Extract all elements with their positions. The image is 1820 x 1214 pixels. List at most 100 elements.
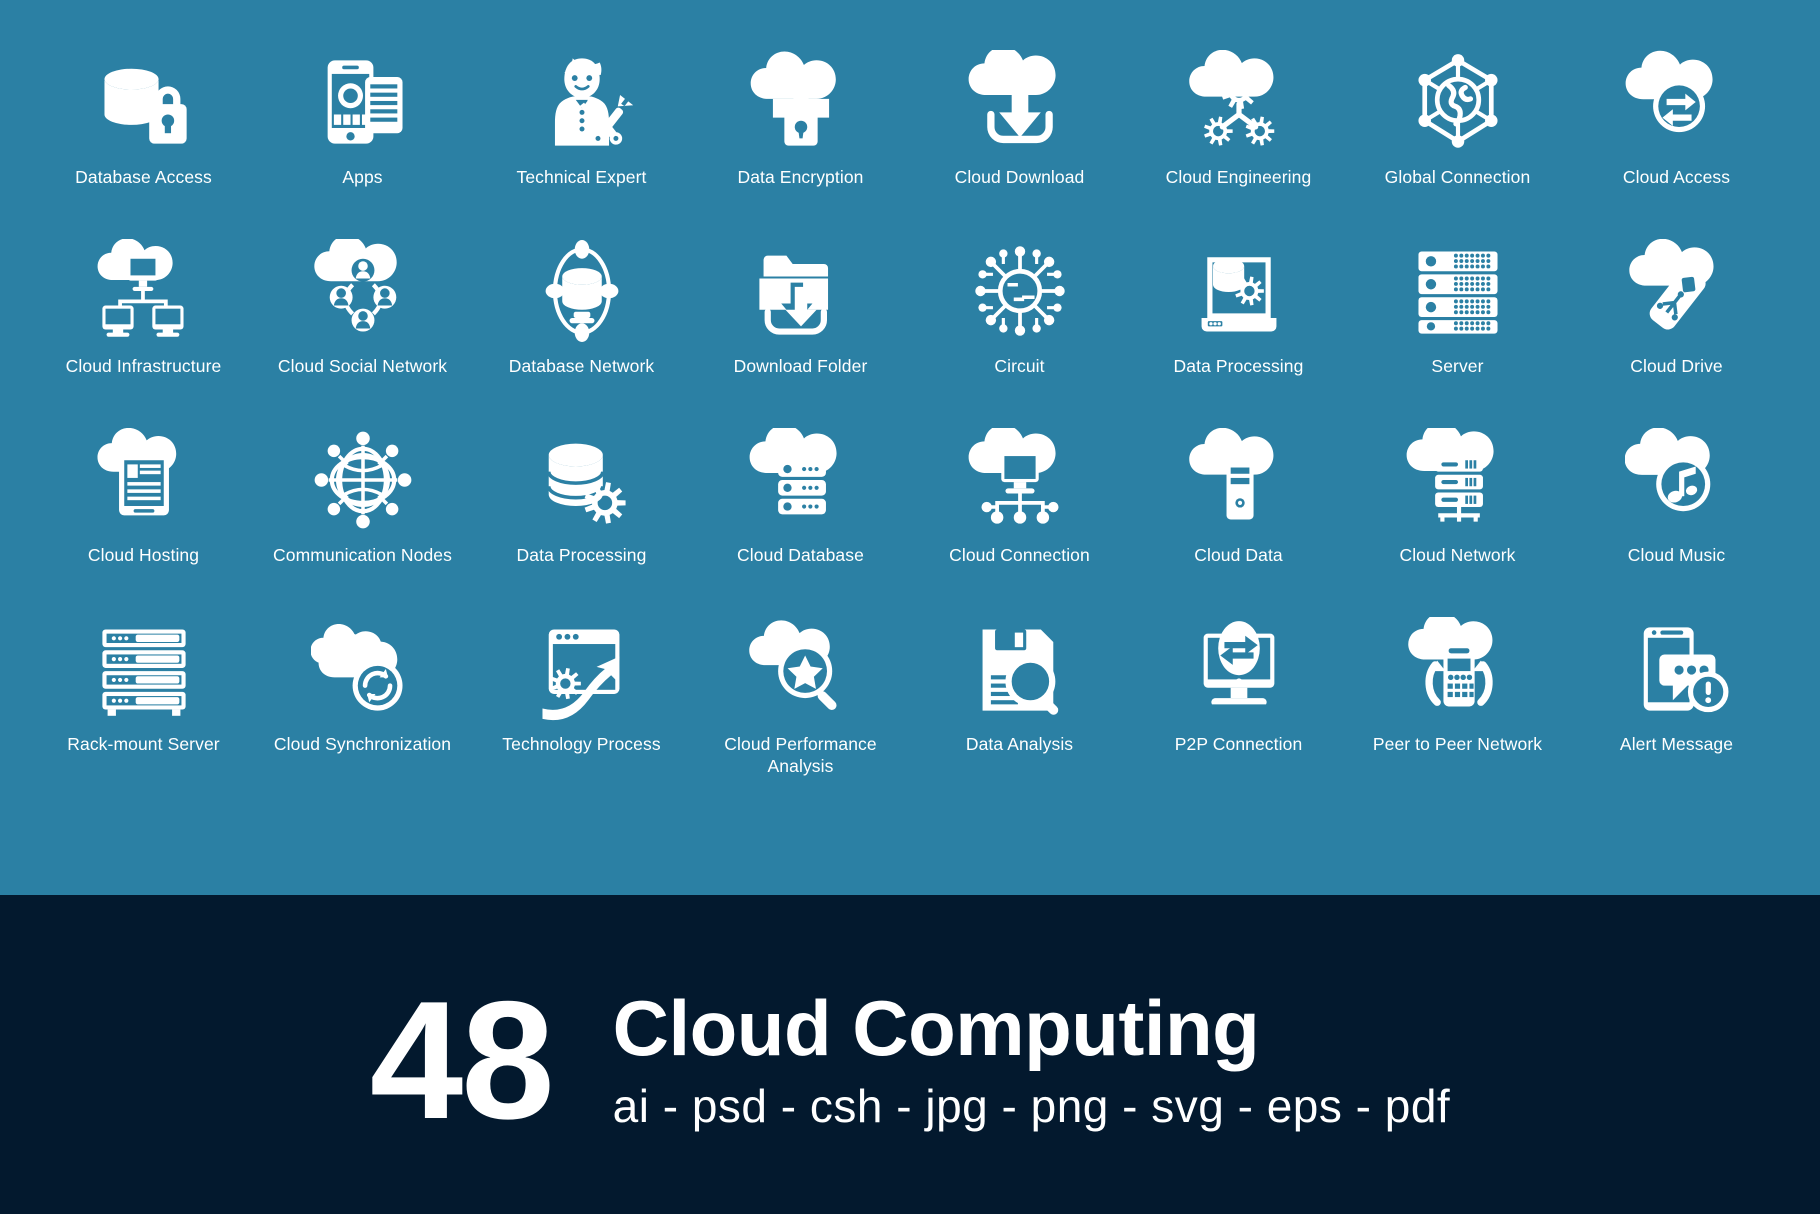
icon-cell[interactable]: Alert Message	[1567, 597, 1786, 786]
icon-label: Cloud Drive	[1630, 356, 1723, 376]
globe-nodes-ring-icon	[309, 426, 417, 534]
icon-label: Data Processing	[516, 545, 647, 565]
icon-cell[interactable]: Cloud Performance Analysis	[691, 597, 910, 786]
icon-label: Data Analysis	[965, 734, 1074, 754]
icon-label: P2P Connection	[1174, 734, 1303, 754]
icon-panel: Database Access Apps Technical Expert Data …	[0, 0, 1820, 895]
icon-label: Cloud Data	[1194, 545, 1283, 565]
icon-cell[interactable]: Cloud Database	[691, 408, 910, 597]
folder-download-tray-icon	[747, 237, 855, 345]
monitor-exchange-arrows-icon	[1185, 615, 1293, 723]
icon-label: Technology Process	[502, 734, 661, 754]
technician-wrench-icon	[528, 48, 636, 156]
icon-label: Cloud Download	[954, 167, 1085, 187]
icon-cell[interactable]: Peer to Peer Network	[1348, 597, 1567, 786]
icon-cell[interactable]: Circuit	[910, 219, 1129, 408]
icon-label: Cloud Hosting	[87, 545, 200, 565]
icon-cell[interactable]: Database Network	[472, 219, 691, 408]
icon-cell[interactable]: Data Analysis	[910, 597, 1129, 786]
icon-grid: Database Access Apps Technical Expert Data …	[34, 30, 1786, 786]
icon-count: 48	[369, 965, 555, 1154]
icon-label: Download Folder	[733, 356, 868, 376]
circuit-chip-nodes-icon	[966, 237, 1074, 345]
icon-cell[interactable]: P2P Connection	[1129, 597, 1348, 786]
cloud-phone-sync-icon	[1404, 615, 1512, 723]
icon-cell[interactable]: Cloud Data	[1129, 408, 1348, 597]
icon-cell[interactable]: Cloud Access	[1567, 30, 1786, 219]
cloud-server-network-icon	[1404, 426, 1512, 534]
icon-label: Cloud Engineering	[1165, 167, 1312, 187]
cloud-usb-drive-icon	[1623, 237, 1731, 345]
smartphone-apps-icon	[309, 48, 417, 156]
browser-gear-arrow-icon	[528, 615, 636, 723]
icon-cell[interactable]: Apps	[253, 30, 472, 219]
laptop-database-gear-icon	[1185, 237, 1293, 345]
file-formats: ai - psd - csh - jpg - png - svg - eps -…	[612, 1079, 1451, 1132]
icon-cell[interactable]: Cloud Drive	[1567, 219, 1786, 408]
icon-cell[interactable]: Data Processing	[1129, 219, 1348, 408]
icon-cell[interactable]: Global Connection	[1348, 30, 1567, 219]
server-rack-icon	[1404, 237, 1512, 345]
icon-label: Technical Expert	[516, 167, 647, 187]
set-title: Cloud Computing	[612, 983, 1260, 1072]
icon-cell[interactable]: Server	[1348, 219, 1567, 408]
cloud-music-note-icon	[1623, 426, 1731, 534]
icon-label: Server	[1431, 356, 1484, 376]
icon-label: Cloud Social Network	[277, 356, 448, 376]
icon-label: Cloud Music	[1627, 545, 1726, 565]
icon-cell[interactable]: Cloud Synchronization	[253, 597, 472, 786]
bottom-banner: 48 Cloud Computing ai - psd - csh - jpg …	[0, 895, 1820, 1214]
icon-label: Cloud Access	[1622, 167, 1731, 187]
icon-cell[interactable]: Cloud Download	[910, 30, 1129, 219]
database-orbit-nodes-icon	[528, 237, 636, 345]
cloud-download-arrow-icon	[966, 48, 1074, 156]
icon-cell[interactable]: Cloud Connection	[910, 408, 1129, 597]
icon-label: Apps	[342, 167, 383, 187]
icon-label: Cloud Database	[737, 545, 864, 565]
cloud-monitors-network-icon	[90, 237, 198, 345]
cloud-tower-pc-icon	[1185, 426, 1293, 534]
icon-label: Cloud Connection	[949, 545, 1090, 565]
icon-label: Data Encryption	[737, 167, 864, 187]
icon-label: Rack-mount Server	[67, 734, 220, 754]
rack-mount-server-icon	[90, 615, 198, 723]
icon-cell[interactable]: Data Encryption	[691, 30, 910, 219]
database-lock-icon	[90, 48, 198, 156]
icon-label: Alert Message	[1619, 734, 1734, 754]
icon-cell[interactable]: Data Processing	[472, 408, 691, 597]
icon-cell[interactable]: Cloud Music	[1567, 408, 1786, 597]
icon-set-sheet: Database Access Apps Technical Expert Data …	[0, 0, 1820, 1214]
cloud-tablet-page-icon	[90, 426, 198, 534]
cloud-star-magnifier-icon	[747, 615, 855, 723]
icon-cell[interactable]: Technology Process	[472, 597, 691, 786]
cloud-database-stack-icon	[747, 426, 855, 534]
cloud-gears-icon	[1185, 48, 1293, 156]
icon-label: Cloud Synchronization	[273, 734, 452, 754]
cloud-folder-lock-icon	[747, 48, 855, 156]
icon-cell[interactable]: Cloud Network	[1348, 408, 1567, 597]
cloud-users-network-icon	[309, 237, 417, 345]
icon-cell[interactable]: Download Folder	[691, 219, 910, 408]
icon-label: Database Access	[75, 167, 212, 187]
icon-cell[interactable]: Technical Expert	[472, 30, 691, 219]
icon-cell[interactable]: Cloud Hosting	[34, 408, 253, 597]
icon-label: Peer to Peer Network	[1372, 734, 1543, 754]
icon-label: Cloud Infrastructure	[65, 356, 222, 376]
cloud-monitor-nodes-icon	[966, 426, 1074, 534]
icon-cell[interactable]: Cloud Engineering	[1129, 30, 1348, 219]
icon-label: Circuit	[994, 356, 1045, 376]
cloud-sync-refresh-icon	[309, 615, 417, 723]
icon-cell[interactable]: Rack-mount Server	[34, 597, 253, 786]
icon-label: Data Processing	[1173, 356, 1304, 376]
icon-label: Global Connection	[1384, 167, 1531, 187]
floppy-magnifier-icon	[966, 615, 1074, 723]
icon-label: Communication Nodes	[273, 545, 452, 565]
cloud-exchange-arrows-icon	[1623, 48, 1731, 156]
icon-cell[interactable]: Cloud Infrastructure	[34, 219, 253, 408]
icon-label: Cloud Performance Analysis	[724, 734, 877, 776]
icon-cell[interactable]: Database Access	[34, 30, 253, 219]
icon-cell[interactable]: Cloud Social Network	[253, 219, 472, 408]
globe-network-hex-icon	[1404, 48, 1512, 156]
icon-label: Database Network	[508, 356, 655, 376]
icon-cell[interactable]: Communication Nodes	[253, 408, 472, 597]
